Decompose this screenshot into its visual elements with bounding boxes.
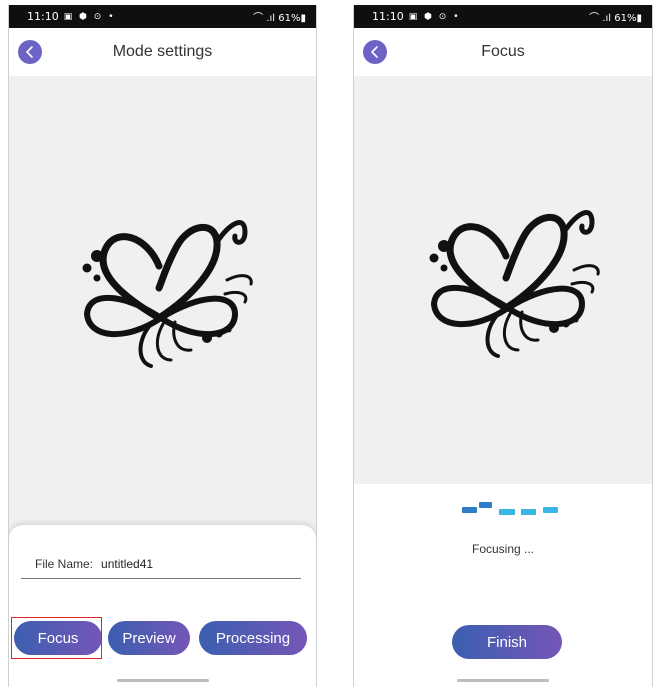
design-canvas — [354, 76, 652, 484]
loader-bar — [499, 509, 515, 515]
back-button[interactable] — [18, 40, 42, 64]
loader-bar — [543, 507, 558, 513]
heart-infinity-design — [429, 210, 600, 358]
mode-settings-screen: 11:10 ▣ ⬢ ⊙ • ⌒ .ıl 61%▮ Mode settings F… — [8, 5, 317, 687]
status-time: 11:10 — [372, 10, 404, 23]
page-title: Mode settings — [112, 43, 213, 60]
focusing-status-text: Focusing ... — [471, 542, 535, 556]
focus-screen: 11:10 ▣ ⬢ ⊙ • ⌒ .ıl 61%▮ Focus Focusing … — [353, 5, 653, 687]
finish-button[interactable]: Finish — [452, 625, 562, 659]
battery-indicator: ⌒ .ıl 61%▮ — [253, 13, 306, 24]
chevron-left-icon — [371, 46, 378, 58]
focus-button[interactable]: Focus — [14, 621, 102, 655]
back-button[interactable] — [363, 40, 387, 64]
file-name-label: File Name: — [35, 556, 94, 571]
home-indicator[interactable] — [457, 679, 549, 682]
status-bar: 11:10 ▣ ⬢ ⊙ • ⌒ .ıl 61%▮ — [9, 5, 316, 28]
processing-button[interactable]: Processing — [199, 621, 307, 655]
file-settings-panel: File Name: untitled41 Focus Preview Proc… — [9, 525, 316, 687]
file-name-value: untitled41 — [101, 556, 154, 571]
file-name-field[interactable]: File Name: untitled41 — [21, 549, 301, 579]
preview-button[interactable]: Preview — [108, 621, 190, 655]
notification-icons: ▣ ⬢ ⊙ • — [408, 11, 461, 22]
chevron-left-icon — [26, 46, 33, 58]
status-time: 11:10 — [27, 10, 59, 23]
loader-bar — [462, 507, 477, 513]
loading-indicator — [462, 501, 562, 517]
battery-indicator: ⌒ .ıl 61%▮ — [589, 13, 642, 24]
design-canvas — [9, 76, 316, 536]
loader-bar — [521, 509, 536, 515]
page-title: Focus — [481, 43, 525, 60]
loader-bar — [479, 502, 492, 508]
app-header: Mode settings — [9, 28, 316, 76]
home-indicator[interactable] — [116, 679, 209, 682]
notification-icons: ▣ ⬢ ⊙ • — [63, 11, 116, 22]
heart-infinity-design — [82, 220, 253, 368]
app-header: Focus — [354, 28, 652, 76]
status-bar: 11:10 ▣ ⬢ ⊙ • ⌒ .ıl 61%▮ — [354, 5, 652, 28]
